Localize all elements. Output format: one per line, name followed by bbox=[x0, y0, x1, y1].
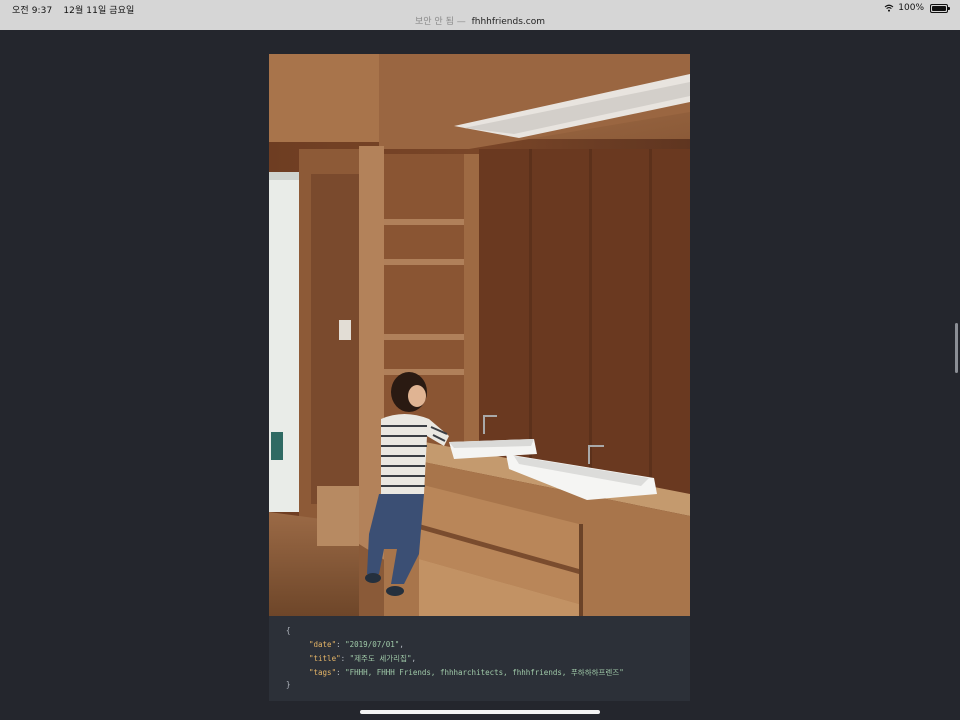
code-key: "tags" bbox=[309, 667, 337, 677]
scrollbar[interactable] bbox=[955, 323, 958, 373]
code-sep: : bbox=[336, 667, 346, 677]
home-indicator[interactable] bbox=[360, 710, 600, 714]
code-end: , bbox=[411, 654, 417, 663]
code-line-title: "title": "제주도 세가리집", bbox=[269, 653, 690, 667]
photo-illustration bbox=[269, 54, 690, 616]
code-line-date: "date": "2019/07/01", bbox=[269, 640, 690, 654]
code-value: "2019/07/01" bbox=[345, 639, 400, 649]
photo-image bbox=[269, 54, 690, 616]
code-line-tags: "tags": "FHHH, FHHH Friends, fhhharchite… bbox=[269, 667, 690, 681]
code-value: "FHHH, FHHH Friends, fhhharchitects, fhh… bbox=[345, 667, 624, 677]
battery-percent: 100% bbox=[898, 3, 924, 13]
address-bar[interactable]: 보안 안 됨 — fhhhfriends.com bbox=[0, 14, 960, 27]
wifi-icon bbox=[884, 4, 894, 12]
domain-label: fhhhfriends.com bbox=[471, 17, 545, 27]
battery-icon bbox=[930, 3, 950, 13]
security-label: 보안 안 됨 — bbox=[415, 17, 466, 27]
status-bar: 오전 9:37 12월 11일 금요일 보안 안 됨 — fhhhfriends… bbox=[0, 0, 960, 30]
code-close-brace: } bbox=[286, 680, 291, 689]
code-key: "title" bbox=[309, 654, 341, 663]
code-sep: : bbox=[340, 654, 350, 663]
code-sep: : bbox=[336, 639, 346, 649]
status-right: 100% bbox=[884, 3, 950, 13]
code-open-brace: { bbox=[286, 626, 291, 635]
code-end: , bbox=[399, 639, 404, 649]
code-key: "date" bbox=[309, 639, 337, 649]
code-value: "제주도 세가리집" bbox=[349, 654, 412, 663]
json-code-block: { "date": "2019/07/01", "title": "제주도 세가… bbox=[269, 616, 690, 701]
